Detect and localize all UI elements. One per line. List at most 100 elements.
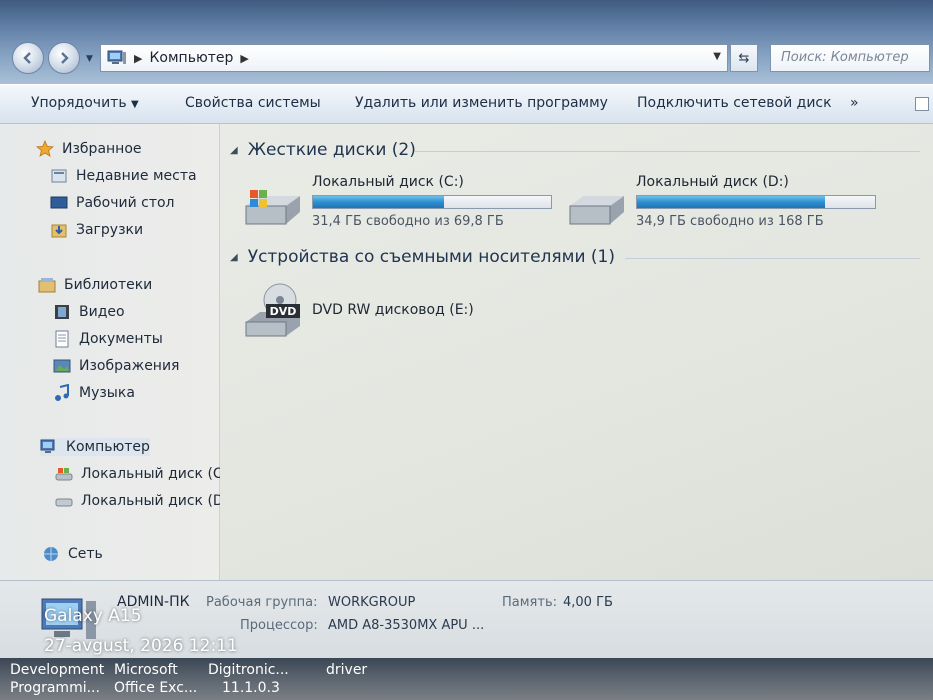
refresh-icon: ⇆ — [738, 50, 750, 66]
libraries-icon — [38, 278, 56, 293]
hard-drive-icon — [55, 498, 73, 507]
history-dropdown-icon[interactable]: ▼ — [86, 54, 93, 64]
group-header-label: Устройства со съемными носителями (1) — [247, 247, 615, 267]
workgroup-label: Рабочая группа: — [206, 595, 318, 610]
group-divider — [625, 258, 920, 259]
sidebar-item-disk-c[interactable]: Локальный диск (C — [55, 465, 223, 483]
collapse-triangle-icon[interactable]: ◢ — [230, 145, 238, 156]
sidebar-label: Локальный диск (D — [81, 493, 224, 509]
sidebar-label: Избранное — [62, 141, 142, 157]
dvd-icon-label: DVD — [270, 305, 297, 318]
sidebar-item-computer[interactable]: Компьютер — [40, 438, 150, 456]
hard-drive-icon — [569, 196, 624, 225]
memory-label: Память: — [502, 595, 557, 610]
drive-name: Локальный диск (D:) — [636, 174, 789, 190]
sidebar-label: Видео — [79, 304, 125, 320]
drive-free-space: 34,9 ГБ свободно из 168 ГБ — [636, 214, 824, 229]
view-options-icon[interactable] — [915, 97, 929, 111]
device-watermark: Galaxy A15 — [44, 606, 142, 626]
drive-usage-bar — [312, 195, 552, 209]
sidebar-item-desktop[interactable]: Рабочий стол — [50, 194, 175, 212]
dvd-drive-e[interactable]: DVD DVD RW дисковод (E:) — [242, 282, 502, 338]
taskbar: Development Programmi... Microsoft Offic… — [0, 658, 933, 700]
dvd-drive-icon: DVD — [245, 283, 300, 337]
map-network-drive-button[interactable]: Подключить сетевой диск — [637, 95, 832, 111]
taskbar-item-office-excel[interactable]: Microsoft Office Exc... — [114, 661, 197, 697]
sidebar-label: Библиотеки — [64, 277, 153, 293]
back-button[interactable] — [12, 42, 44, 74]
arrow-left-icon — [23, 52, 31, 64]
chevron-down-icon: ▼ — [131, 99, 139, 110]
taskbar-item-digitronic[interactable]: Digitronic... 11.1.0.3 — [208, 661, 289, 697]
taskbar-item-line1: Digitronic... — [208, 662, 289, 678]
group-header-hard-disks[interactable]: ◢ Жесткие диски (2) — [230, 140, 416, 160]
sidebar-item-video[interactable]: Видео — [53, 303, 125, 321]
command-toolbar: Упорядочить ▼ Свойства системы Удалить и… — [0, 84, 933, 124]
title-bar: ▼ ▶ Компьютер ▶ ▼ ⇆ Поиск: Компьютер — [0, 0, 933, 84]
organize-button[interactable]: Упорядочить ▼ — [31, 95, 139, 111]
recent-places-icon — [51, 169, 67, 183]
drive-c[interactable]: Локальный диск (C:) 31,4 ГБ свободно из … — [242, 174, 562, 236]
downloads-folder-icon — [51, 224, 67, 238]
group-header-label: Жесткие диски (2) — [247, 140, 416, 160]
drive-usage-bar — [636, 195, 876, 209]
sidebar-label: Локальный диск (C — [81, 466, 223, 482]
sidebar-label: Компьютер — [66, 439, 150, 455]
sidebar-label: Документы — [79, 331, 163, 347]
system-drive-icon — [55, 468, 73, 481]
drive-usage-fill — [313, 196, 444, 208]
sidebar-item-libraries[interactable]: Библиотеки — [38, 276, 152, 294]
refresh-button[interactable]: ⇆ — [730, 44, 758, 72]
computer-icon — [107, 50, 126, 64]
address-dropdown-icon[interactable]: ▼ — [713, 51, 721, 62]
system-properties-button[interactable]: Свойства системы — [185, 95, 321, 111]
address-bar[interactable]: ▶ Компьютер ▶ ▼ — [100, 44, 728, 72]
collapse-triangle-icon[interactable]: ◢ — [230, 252, 238, 263]
taskbar-item-driver[interactable]: driver — [326, 661, 367, 679]
arrow-right-icon — [61, 52, 69, 64]
sidebar-item-network[interactable]: Сеть — [42, 545, 103, 563]
sidebar-item-recent[interactable]: Недавние места — [50, 167, 197, 185]
drive-name: Локальный диск (C:) — [312, 174, 464, 190]
taskbar-item-line1: Microsoft — [114, 662, 178, 678]
picture-icon — [53, 359, 71, 373]
document-icon — [55, 330, 69, 348]
network-icon — [44, 547, 58, 561]
content-pane: ◢ Жесткие диски (2) Локальный диск (C:) … — [220, 124, 933, 580]
sidebar-label: Изображения — [79, 358, 180, 374]
star-icon — [36, 140, 54, 157]
breadcrumb-computer[interactable]: Компьютер — [149, 50, 233, 66]
sidebar-label: Рабочий стол — [76, 195, 175, 211]
drive-d[interactable]: Локальный диск (D:) 34,9 ГБ свободно из … — [566, 174, 886, 236]
timestamp-watermark: 27-avgust, 2026 12:11 — [44, 636, 238, 656]
processor-value: AMD A8-3530MX APU ... — [328, 618, 485, 633]
search-input[interactable]: Поиск: Компьютер — [770, 44, 930, 72]
navigation-pane: Избранное Недавние места Рабочий стол За… — [0, 124, 224, 580]
sidebar-label: Недавние места — [76, 168, 197, 184]
sidebar-item-downloads[interactable]: Загрузки — [50, 221, 143, 239]
dvd-drive-name: DVD RW дисковод (E:) — [312, 302, 474, 318]
breadcrumb-separator-icon[interactable]: ▶ — [134, 52, 142, 65]
system-drive-icon — [245, 190, 300, 225]
sidebar-item-favorites[interactable]: Избранное — [36, 140, 142, 158]
forward-button[interactable] — [48, 42, 80, 74]
sidebar-label: Сеть — [68, 546, 103, 562]
sidebar-label: Загрузки — [76, 222, 144, 238]
more-commands-button[interactable]: » — [850, 95, 859, 111]
sidebar-item-documents[interactable]: Документы — [53, 330, 163, 348]
sidebar-item-music[interactable]: Музыка — [53, 384, 135, 402]
memory-value: 4,00 ГБ — [563, 595, 613, 610]
drive-usage-fill — [637, 196, 826, 208]
uninstall-program-button[interactable]: Удалить или изменить программу — [355, 95, 608, 111]
taskbar-item-line2: Office Exc... — [114, 680, 198, 696]
desktop-icon — [50, 196, 68, 209]
sidebar-item-images[interactable]: Изображения — [53, 357, 179, 375]
film-icon — [55, 305, 69, 319]
group-header-removable[interactable]: ◢ Устройства со съемными носителями (1) — [230, 247, 615, 267]
sidebar-item-disk-d[interactable]: Локальный диск (D — [55, 492, 224, 510]
taskbar-item-line2: 11.1.0.3 — [222, 680, 280, 696]
workgroup-value: WORKGROUP — [328, 595, 416, 610]
music-note-icon — [55, 384, 69, 401]
breadcrumb-separator-icon[interactable]: ▶ — [240, 52, 248, 65]
taskbar-item-development[interactable]: Development Programmi... — [10, 661, 104, 697]
